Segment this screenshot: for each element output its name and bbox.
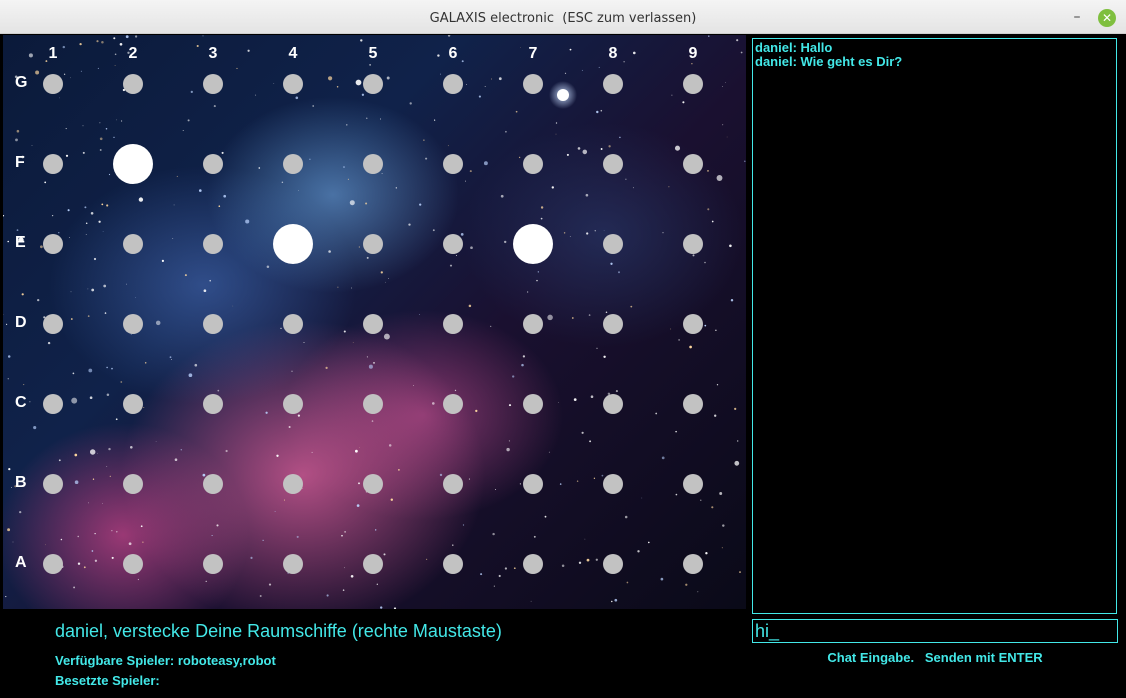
occupied-players: Besetzte Spieler: <box>55 673 160 688</box>
grid-hole-E8[interactable] <box>603 234 623 254</box>
grid-hole-A2[interactable] <box>123 554 143 574</box>
grid-hole-A7[interactable] <box>523 554 543 574</box>
grid-hole-C9[interactable] <box>683 394 703 414</box>
galaxy-board[interactable]: 1 2 3 4 5 6 7 8 9 G F E D C B A <box>3 35 746 609</box>
status-panel: daniel, verstecke Deine Raumschiffe (rec… <box>3 609 746 698</box>
grid-hole-B1[interactable] <box>43 474 63 494</box>
grid-hole-E5[interactable] <box>363 234 383 254</box>
grid-hole-C5[interactable] <box>363 394 383 414</box>
grid-hole-G7[interactable] <box>523 74 543 94</box>
grid-hole-G3[interactable] <box>203 74 223 94</box>
grid-hole-C2[interactable] <box>123 394 143 414</box>
status-message: daniel, verstecke Deine Raumschiffe (rec… <box>55 621 502 641</box>
close-button[interactable]: ✕ <box>1098 9 1116 27</box>
grid-hole-F6[interactable] <box>443 154 463 174</box>
grid-hole-B7[interactable] <box>523 474 543 494</box>
grid-hole-G6[interactable] <box>443 74 463 94</box>
grid-hole-G5[interactable] <box>363 74 383 94</box>
column-label-9: 9 <box>688 45 698 62</box>
chat-message: daniel: Wie geht es Dir? <box>755 54 903 69</box>
grid-hole-C3[interactable] <box>203 394 223 414</box>
row-label-G: G <box>15 74 28 91</box>
grid-hole-D4[interactable] <box>283 314 303 334</box>
grid-hole-E6[interactable] <box>443 234 463 254</box>
column-label-7: 7 <box>528 45 538 62</box>
ship-E7[interactable] <box>513 224 553 264</box>
grid-hole-E1[interactable] <box>43 234 63 254</box>
grid-hole-D7[interactable] <box>523 314 543 334</box>
grid-hole-D3[interactable] <box>203 314 223 334</box>
grid-hole-F7[interactable] <box>523 154 543 174</box>
grid-hole-E3[interactable] <box>203 234 223 254</box>
grid-hole-B9[interactable] <box>683 474 703 494</box>
grid-hole-A3[interactable] <box>203 554 223 574</box>
row-label-B: B <box>15 474 27 491</box>
available-players: Verfügbare Spieler: roboteasy,robot <box>55 653 276 668</box>
column-label-4: 4 <box>288 45 298 62</box>
grid-hole-A4[interactable] <box>283 554 303 574</box>
grid-hole-A1[interactable] <box>43 554 63 574</box>
title-bar[interactable]: GALAXIS electronic (ESC zum verlassen) –… <box>0 0 1126 34</box>
grid-hole-C1[interactable] <box>43 394 63 414</box>
grid-hole-D8[interactable] <box>603 314 623 334</box>
grid-hole-B4[interactable] <box>283 474 303 494</box>
grid-hole-F4[interactable] <box>283 154 303 174</box>
grid-hole-A6[interactable] <box>443 554 463 574</box>
grid-hole-G9[interactable] <box>683 74 703 94</box>
grid-hole-C6[interactable] <box>443 394 463 414</box>
grid-hole-F9[interactable] <box>683 154 703 174</box>
chat-input[interactable] <box>752 619 1118 643</box>
row-label-F: F <box>15 154 25 171</box>
ship-F2[interactable] <box>113 144 153 184</box>
chat-message: daniel: Hallo <box>755 40 833 55</box>
grid-hole-A9[interactable] <box>683 554 703 574</box>
chat-messages: daniel: Hallo daniel: Wie geht es Dir? <box>753 39 1116 69</box>
grid-hole-D1[interactable] <box>43 314 63 334</box>
row-label-E: E <box>15 234 26 251</box>
grid-hole-G2[interactable] <box>123 74 143 94</box>
chat-hint: Chat Eingabe. Senden mit ENTER <box>827 650 1043 665</box>
grid-hole-G1[interactable] <box>43 74 63 94</box>
column-label-3: 3 <box>208 45 218 62</box>
grid-hole-G4[interactable] <box>283 74 303 94</box>
column-label-5: 5 <box>368 45 378 62</box>
row-label-A: A <box>15 554 27 571</box>
column-label-2: 2 <box>128 45 138 62</box>
grid-hole-D2[interactable] <box>123 314 143 334</box>
grid-hole-C7[interactable] <box>523 394 543 414</box>
minimize-button[interactable]: – <box>1068 8 1086 26</box>
grid-hole-F3[interactable] <box>203 154 223 174</box>
grid-hole-G8[interactable] <box>603 74 623 94</box>
grid-hole-B3[interactable] <box>203 474 223 494</box>
grid-hole-D6[interactable] <box>443 314 463 334</box>
grid-hole-F5[interactable] <box>363 154 383 174</box>
chat-log[interactable]: daniel: Hallo daniel: Wie geht es Dir? <box>752 38 1117 614</box>
grid-hole-D5[interactable] <box>363 314 383 334</box>
grid-hole-A8[interactable] <box>603 554 623 574</box>
grid-hole-C4[interactable] <box>283 394 303 414</box>
row-label-D: D <box>15 314 27 331</box>
grid-hole-F8[interactable] <box>603 154 623 174</box>
grid-hole-A5[interactable] <box>363 554 383 574</box>
grid-hole-B8[interactable] <box>603 474 623 494</box>
grid-hole-B2[interactable] <box>123 474 143 494</box>
column-label-8: 8 <box>608 45 618 62</box>
column-label-1: 1 <box>48 45 58 62</box>
row-label-C: C <box>15 394 27 411</box>
grid-hole-E2[interactable] <box>123 234 143 254</box>
grid-hole-D9[interactable] <box>683 314 703 334</box>
grid-hole-C8[interactable] <box>603 394 623 414</box>
grid-hole-B6[interactable] <box>443 474 463 494</box>
game-window: GALAXIS electronic (ESC zum verlassen) –… <box>0 0 1126 698</box>
grid-hole-F1[interactable] <box>43 154 63 174</box>
window-title: GALAXIS electronic (ESC zum verlassen) <box>429 11 697 26</box>
grid-hole-B5[interactable] <box>363 474 383 494</box>
ship-E4[interactable] <box>273 224 313 264</box>
grid-hole-E9[interactable] <box>683 234 703 254</box>
column-label-6: 6 <box>448 45 458 62</box>
